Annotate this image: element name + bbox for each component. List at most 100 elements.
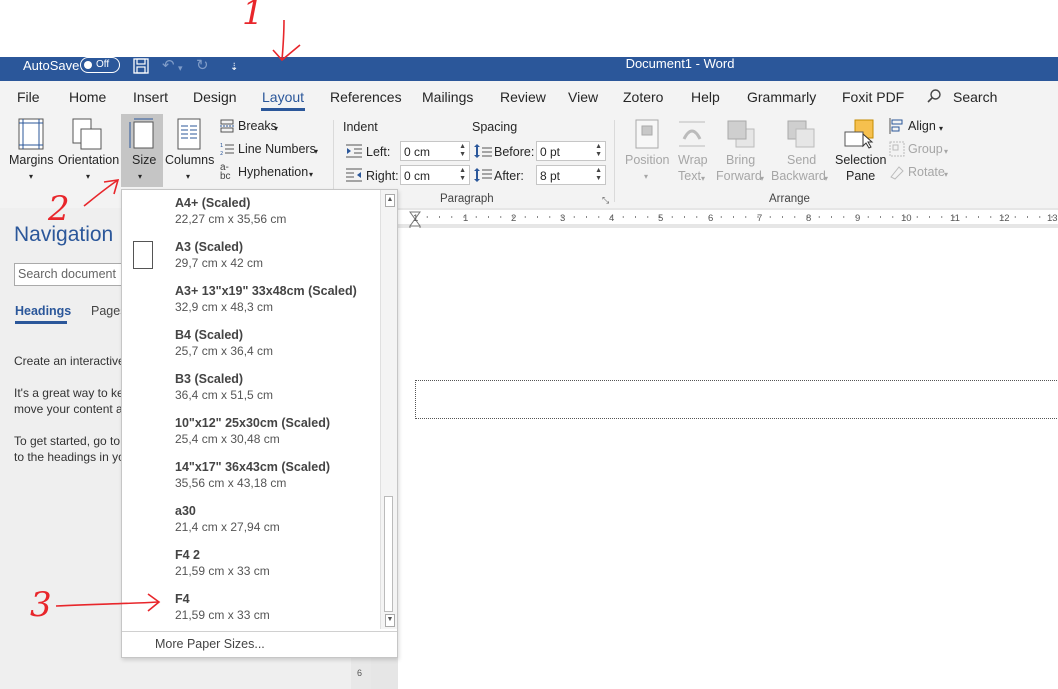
send-backward-button-line2[interactable]: Backward bbox=[771, 169, 826, 184]
tab-insert[interactable]: Insert bbox=[133, 88, 168, 106]
tab-review[interactable]: Review bbox=[500, 88, 546, 106]
group-dropdown-icon[interactable]: ▾ bbox=[944, 144, 948, 159]
selection-pane-button[interactable]: Selection bbox=[835, 153, 886, 168]
tab-references[interactable]: References bbox=[330, 88, 402, 106]
tab-home[interactable]: Home bbox=[69, 88, 106, 106]
text-area-boundary[interactable] bbox=[415, 380, 1058, 419]
tab-mailings[interactable]: Mailings bbox=[422, 88, 473, 106]
paper-size-dims: 21,4 cm x 27,94 cm bbox=[175, 520, 280, 534]
customize-quick-access-icon[interactable]: ⇣ bbox=[230, 60, 238, 76]
line-numbers-dropdown-icon[interactable]: ▾ bbox=[314, 144, 318, 159]
hyphenation-icon: a-bc bbox=[220, 162, 231, 182]
columns-icon[interactable] bbox=[177, 118, 201, 153]
hyphenation-button[interactable]: Hyphenation bbox=[238, 165, 308, 180]
search-icon[interactable] bbox=[926, 88, 942, 107]
selection-pane-button-line2[interactable]: Pane bbox=[846, 169, 875, 184]
position-button[interactable]: Position bbox=[625, 153, 669, 168]
spacing-after-field[interactable]: 8 pt ▲ ▼ bbox=[536, 165, 606, 185]
paper-size-b4[interactable]: B4 (Scaled) 25,7 cm x 36,4 cm bbox=[122, 328, 380, 372]
scroll-up-icon[interactable]: ▲ bbox=[385, 194, 395, 207]
bring-forward-button-line2[interactable]: Forward bbox=[716, 169, 762, 184]
paper-size-a3-plus[interactable]: A3+ 13"x19" 33x48cm (Scaled) 32,9 cm x 4… bbox=[122, 284, 380, 328]
group-button[interactable]: Group bbox=[908, 142, 943, 157]
paper-size-f4[interactable]: F4 21,59 cm x 33 cm bbox=[122, 592, 380, 636]
send-backward-dropdown-icon[interactable]: ▾ bbox=[824, 171, 828, 186]
tab-grammarly[interactable]: Grammarly bbox=[747, 88, 816, 106]
ruler-mark: 6 bbox=[708, 213, 714, 224]
send-backward-icon[interactable] bbox=[786, 119, 816, 152]
tab-foxit-pdf[interactable]: Foxit PDF bbox=[842, 88, 904, 106]
spinner-arrows-icon[interactable]: ▲ ▼ bbox=[459, 167, 466, 183]
autosave-toggle[interactable]: Off bbox=[80, 57, 120, 73]
document-page[interactable] bbox=[398, 228, 1058, 689]
selection-pane-icon[interactable] bbox=[843, 118, 875, 153]
hyphenation-dropdown-icon[interactable]: ▾ bbox=[309, 167, 313, 182]
tab-design[interactable]: Design bbox=[193, 88, 237, 106]
align-icon bbox=[889, 118, 905, 137]
indent-right-field[interactable]: 0 cm ▲ ▼ bbox=[400, 165, 470, 185]
scroll-down-icon[interactable]: ▼ bbox=[385, 614, 395, 627]
orientation-icon[interactable] bbox=[72, 118, 102, 153]
paper-size-f4-2[interactable]: F4 2 21,59 cm x 33 cm bbox=[122, 548, 380, 592]
rotate-dropdown-icon[interactable]: ▾ bbox=[944, 167, 948, 182]
dropdown-scrollbar[interactable]: ▲ ▼ bbox=[380, 190, 397, 629]
paper-size-a4-plus[interactable]: A4+ (Scaled) 22,27 cm x 35,56 cm bbox=[122, 196, 380, 240]
nav-tab-headings[interactable]: Headings bbox=[15, 304, 71, 318]
more-paper-sizes-link[interactable]: More Paper Sizes... bbox=[155, 637, 265, 651]
paper-size-a3[interactable]: A3 (Scaled) 29,7 cm x 42 cm bbox=[122, 240, 380, 284]
paragraph-dialog-launcher-icon[interactable]: ⤡ bbox=[602, 195, 609, 206]
tell-me-search[interactable]: Search bbox=[953, 88, 997, 106]
search-placeholder: Search document bbox=[18, 267, 116, 281]
paper-size-dims: 29,7 cm x 42 cm bbox=[175, 256, 264, 270]
undo-icon[interactable]: ↶ bbox=[162, 58, 175, 74]
align-dropdown-icon[interactable]: ▾ bbox=[939, 121, 943, 136]
scrollbar-thumb[interactable] bbox=[384, 496, 393, 612]
breaks-dropdown-icon[interactable]: ▾ bbox=[274, 121, 278, 136]
margins-dropdown-icon[interactable]: ▾ bbox=[29, 169, 33, 184]
breaks-button[interactable]: Breaks bbox=[238, 119, 277, 134]
margins-button[interactable]: Margins bbox=[9, 153, 53, 168]
size-button[interactable]: Size bbox=[132, 153, 156, 168]
paper-size-10x12[interactable]: 10"x12" 25x30cm (Scaled) 25,4 cm x 30,48… bbox=[122, 416, 380, 460]
position-dropdown-icon[interactable]: ▾ bbox=[644, 169, 648, 184]
rotate-button[interactable]: Rotate bbox=[908, 165, 945, 180]
columns-button[interactable]: Columns bbox=[165, 153, 214, 168]
wrap-text-button[interactable]: Wrap bbox=[678, 153, 708, 168]
wrap-text-icon[interactable] bbox=[678, 119, 706, 152]
redo-icon[interactable]: ↻ bbox=[196, 58, 209, 74]
tab-help[interactable]: Help bbox=[691, 88, 720, 106]
bring-forward-icon[interactable] bbox=[726, 119, 756, 152]
align-button[interactable]: Align bbox=[908, 119, 936, 134]
spinner-arrows-icon[interactable]: ▲ ▼ bbox=[595, 167, 602, 183]
ruler-mark: 1 bbox=[413, 213, 419, 224]
line-numbers-button[interactable]: Line Numbers bbox=[238, 142, 316, 157]
spinner-arrows-icon[interactable]: ▲ ▼ bbox=[459, 143, 466, 159]
tab-layout[interactable]: Layout bbox=[262, 88, 304, 106]
size-icon[interactable] bbox=[129, 118, 155, 153]
tab-view[interactable]: View bbox=[568, 88, 598, 106]
columns-dropdown-icon[interactable]: ▾ bbox=[186, 169, 190, 184]
tab-file[interactable]: File bbox=[17, 88, 40, 106]
indent-left-field[interactable]: 0 cm ▲ ▼ bbox=[400, 141, 470, 161]
bring-forward-button[interactable]: Bring bbox=[726, 153, 755, 168]
orientation-dropdown-icon[interactable]: ▾ bbox=[86, 169, 90, 184]
margins-icon[interactable] bbox=[18, 118, 44, 153]
spacing-after-value: 8 pt bbox=[540, 169, 561, 183]
save-icon[interactable] bbox=[132, 57, 150, 79]
tab-zotero[interactable]: Zotero bbox=[623, 88, 663, 106]
paper-size-a30[interactable]: a30 21,4 cm x 27,94 cm bbox=[122, 504, 380, 548]
spinner-arrows-icon[interactable]: ▲ ▼ bbox=[595, 143, 602, 159]
paper-size-14x17[interactable]: 14"x17" 36x43cm (Scaled) 35,56 cm x 43,1… bbox=[122, 460, 380, 504]
spacing-before-field[interactable]: 0 pt ▲ ▼ bbox=[536, 141, 606, 161]
orientation-button[interactable]: Orientation bbox=[58, 153, 119, 168]
send-backward-button[interactable]: Send bbox=[787, 153, 816, 168]
paper-size-name: A3 (Scaled) bbox=[175, 240, 244, 254]
wrap-text-button-line2[interactable]: Text bbox=[678, 169, 701, 184]
ruler-mark: 2 bbox=[511, 213, 517, 224]
paper-size-b3[interactable]: B3 (Scaled) 36,4 cm x 51,5 cm bbox=[122, 372, 380, 416]
bring-forward-dropdown-icon[interactable]: ▾ bbox=[760, 171, 764, 186]
size-dropdown-icon[interactable]: ▾ bbox=[138, 169, 142, 184]
wrap-dropdown-icon[interactable]: ▾ bbox=[701, 171, 705, 186]
undo-dropdown-icon[interactable]: ▾ bbox=[178, 60, 183, 76]
position-icon[interactable] bbox=[635, 119, 661, 152]
